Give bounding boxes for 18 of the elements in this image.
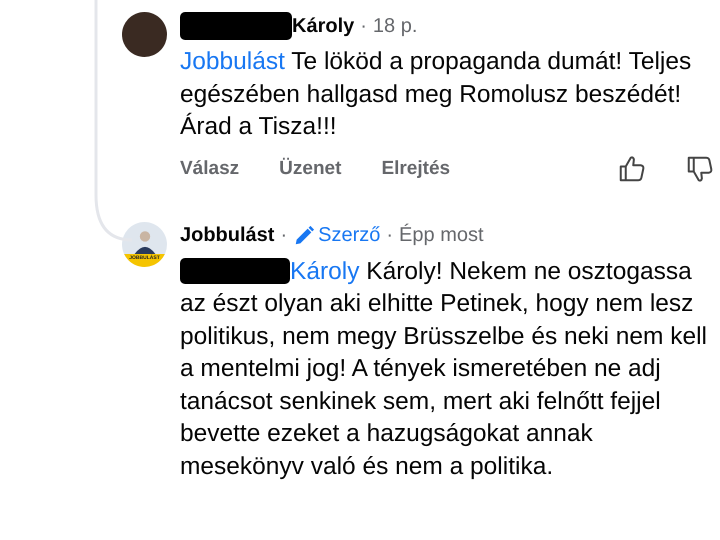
separator-dot: · bbox=[360, 14, 367, 38]
action-link[interactable]: Üzenet bbox=[279, 158, 342, 180]
timestamp: Épp most bbox=[399, 224, 484, 247]
separator-dot: · bbox=[280, 224, 288, 247]
thumbs-up-icon[interactable] bbox=[617, 154, 647, 184]
action-link[interactable]: Válasz bbox=[180, 158, 240, 180]
pencil-icon bbox=[293, 224, 316, 246]
comment-text: Károly Károly! Nekem ne osztogassa az észt olyan aki elhitte Petinek, hogy nem lesz politikus, nem megy Brüsszelbe és neki nem kell a mentelmi jog! A tények ismeretében ne adj tanácsot senkinek sem, mert aki felnőtt fejjel bevette ezeket a hazugságokat annak mesekönyv való és nem a politika. bbox=[180, 256, 708, 482]
timestamp: 18 p. bbox=[372, 14, 418, 38]
author-name[interactable]: Károly bbox=[292, 14, 354, 38]
mention-link[interactable]: Károly bbox=[290, 258, 360, 284]
avatar-photo[interactable] bbox=[122, 12, 167, 57]
author-name[interactable]: Jobbulást bbox=[180, 224, 274, 247]
mention-link[interactable]: Jobbulást bbox=[180, 48, 285, 75]
comment-text: Jobbulást Te lököd a propaganda dumát! Teljes egészében hallgasd meg Romolusz beszédét! Árad a Tisza!!! bbox=[180, 47, 692, 142]
author-label: Szerző bbox=[318, 224, 380, 247]
separator-dot: · bbox=[386, 224, 394, 247]
action-link[interactable]: Elrejtés bbox=[381, 158, 450, 180]
